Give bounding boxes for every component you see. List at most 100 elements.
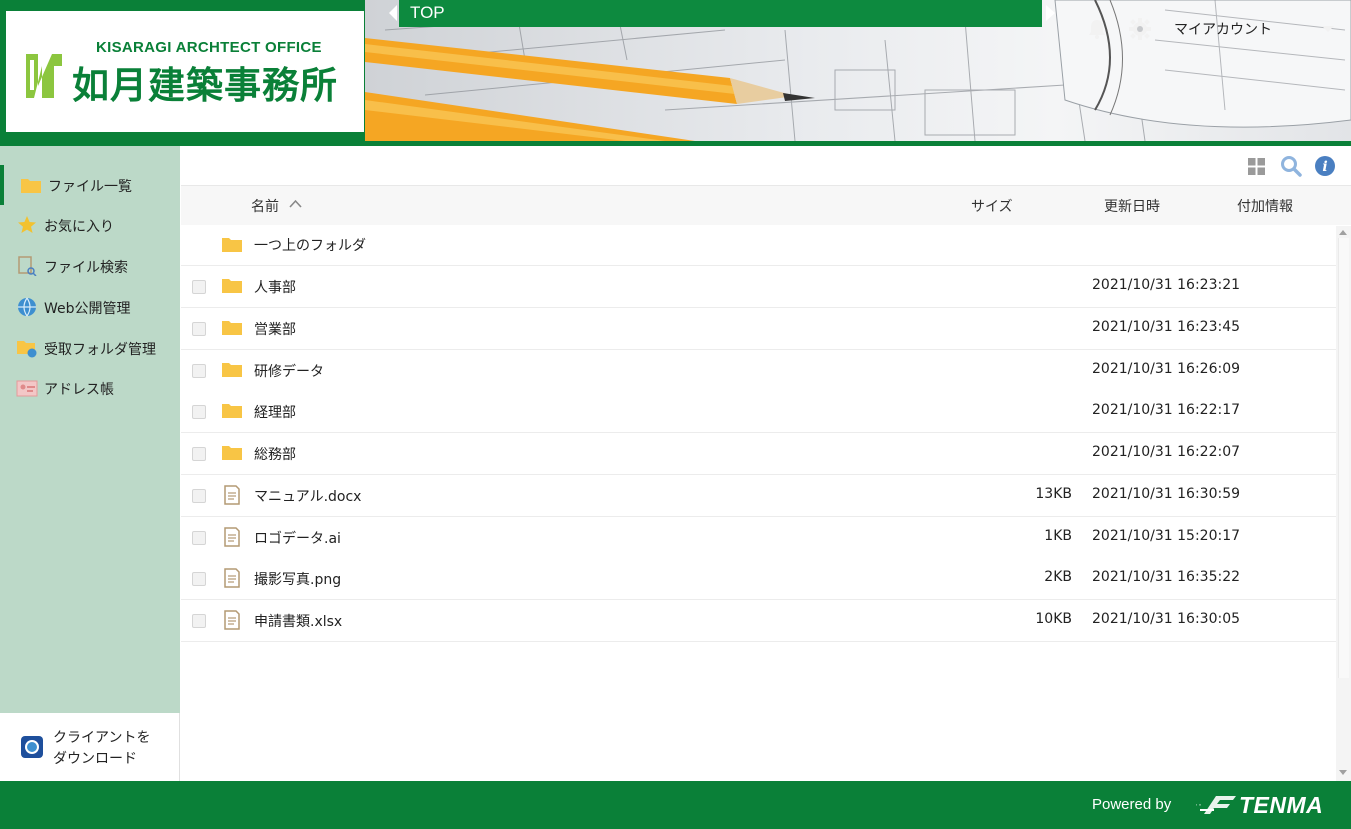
folder-globe-icon — [17, 341, 37, 358]
bell-icon[interactable] — [1086, 18, 1108, 40]
table-row[interactable]: 申請書類.xlsx 10KB 2021/10/31 16:30:05 — [181, 600, 1336, 642]
parent-folder-row[interactable]: 一つ上のフォルダ — [181, 226, 1336, 266]
sidebar-item-receive-folder[interactable]: 受取フォルダ管理 — [0, 328, 180, 368]
column-header-size[interactable]: サイズ — [971, 196, 1013, 216]
row-file-name[interactable]: マニュアル.docx — [254, 486, 361, 506]
row-checkbox[interactable] — [192, 405, 206, 419]
sidebar-item-favorites[interactable]: お気に入り — [0, 205, 180, 245]
row-checkbox[interactable] — [192, 614, 206, 628]
logo-japanese-name: 如月建築事務所 — [72, 64, 338, 107]
row-modified-date: 2021/10/31 16:30:59 — [1092, 486, 1241, 502]
chevron-down-icon[interactable] — [1322, 26, 1334, 32]
row-modified-date: 2021/10/31 15:20:17 — [1092, 528, 1241, 544]
row-file-name[interactable]: ロゴデータ.ai — [254, 528, 341, 548]
sort-ascending-icon[interactable] — [289, 199, 302, 209]
folder-icon — [222, 446, 242, 460]
sidebar-item-label: ファイル検索 — [44, 260, 128, 276]
table-row[interactable]: 研修データ 2021/10/31 16:26:09 — [181, 350, 1336, 392]
sidebar-item-label: Web公開管理 — [44, 301, 131, 317]
table-row[interactable]: 営業部 2021/10/31 16:23:45 — [181, 308, 1336, 350]
row-file-size: 10KB — [1035, 611, 1072, 627]
row-file-name[interactable]: 撮影写真.png — [254, 569, 341, 589]
logo-mark-icon — [26, 54, 62, 98]
row-file-name[interactable]: 申請書類.xlsx — [254, 611, 342, 631]
my-account-menu[interactable]: マイアカウント — [1174, 19, 1272, 39]
folder-icon — [222, 404, 242, 418]
star-icon — [18, 216, 36, 233]
file-table-header — [181, 185, 1351, 225]
row-checkbox[interactable] — [192, 531, 206, 545]
breadcrumb-forward-icon[interactable] — [1046, 5, 1055, 21]
search-icon[interactable] — [1280, 155, 1302, 177]
row-modified-date: 2021/10/31 16:23:21 — [1092, 277, 1241, 293]
row-file-name[interactable]: 総務部 — [254, 444, 296, 464]
sidebar-item-web-publish[interactable]: Web公開管理 — [0, 287, 180, 327]
row-file-name[interactable]: 人事部 — [254, 277, 296, 297]
row-checkbox[interactable] — [192, 322, 206, 336]
sidebar-item-file-list[interactable]: ファイル一覧 — [0, 165, 180, 205]
row-file-size: 1KB — [1044, 528, 1072, 544]
row-file-name[interactable]: 研修データ — [254, 361, 324, 381]
row-checkbox[interactable] — [192, 489, 206, 503]
file-icon — [224, 527, 240, 547]
grid-view-icon[interactable] — [1248, 158, 1265, 175]
table-row[interactable]: 人事部 2021/10/31 16:23:21 — [181, 266, 1336, 308]
sidebar-item-label: ファイル一覧 — [48, 179, 132, 195]
table-row[interactable]: 経理部 2021/10/31 16:22:17 — [181, 391, 1336, 433]
client-download-label-line2: ダウンロード — [53, 751, 137, 767]
gear-icon[interactable] — [1129, 18, 1151, 40]
column-header-modified[interactable]: 更新日時 — [1104, 196, 1160, 216]
column-header-name[interactable]: 名前 — [251, 196, 279, 216]
parent-folder-label: 一つ上のフォルダ — [254, 238, 366, 254]
row-modified-date: 2021/10/31 16:35:22 — [1092, 569, 1241, 585]
breadcrumb[interactable]: TOP — [399, 0, 1042, 27]
folder-icon — [222, 363, 242, 377]
row-checkbox[interactable] — [192, 364, 206, 378]
scroll-down-arrow-icon[interactable] — [1339, 770, 1347, 775]
table-row[interactable]: ロゴデータ.ai 1KB 2021/10/31 15:20:17 — [181, 517, 1336, 559]
powered-by-label: Powered by — [1092, 796, 1172, 813]
row-modified-date: 2021/10/31 16:30:05 — [1092, 611, 1241, 627]
row-modified-date: 2021/10/31 16:22:07 — [1092, 444, 1241, 460]
sidebar-item-label: お気に入り — [44, 219, 114, 235]
sidebar-item-label: 受取フォルダ管理 — [44, 342, 156, 358]
client-download-label-line1: クライアントを — [53, 730, 151, 746]
scroll-up-arrow-icon[interactable] — [1339, 230, 1347, 235]
folder-icon — [222, 279, 242, 293]
svg-text:i: i — [1322, 159, 1327, 175]
row-modified-date: 2021/10/31 16:22:17 — [1092, 402, 1241, 418]
sidebar-item-label: アドレス帳 — [44, 382, 114, 398]
sidebar-item-address-book[interactable]: アドレス帳 — [0, 368, 180, 408]
row-checkbox[interactable] — [192, 280, 206, 294]
row-file-name[interactable]: 経理部 — [254, 402, 296, 422]
info-icon[interactable]: i — [1314, 155, 1336, 177]
row-file-name[interactable]: 営業部 — [254, 319, 296, 339]
address-card-icon — [16, 380, 38, 397]
breadcrumb-back-icon[interactable] — [389, 5, 397, 21]
file-icon — [224, 610, 240, 630]
row-modified-date: 2021/10/31 16:26:09 — [1092, 361, 1241, 377]
row-checkbox[interactable] — [192, 572, 206, 586]
folder-icon — [21, 179, 41, 193]
table-row[interactable]: 撮影写真.png 2KB 2021/10/31 16:35:22 — [181, 558, 1336, 600]
file-search-icon — [18, 256, 37, 276]
logo[interactable]: KISARAGI ARCHTECT OFFICE 如月建築事務所 — [6, 11, 364, 132]
logo-english-name: KISARAGI ARCHTECT OFFICE — [96, 39, 322, 56]
row-checkbox[interactable] — [192, 447, 206, 461]
table-row[interactable]: マニュアル.docx 13KB 2021/10/31 16:30:59 — [181, 475, 1336, 517]
row-modified-date: 2021/10/31 16:23:45 — [1092, 319, 1241, 335]
breadcrumb-top-link[interactable]: TOP — [410, 3, 445, 23]
toolbar — [181, 146, 1351, 185]
sidebar-item-file-search[interactable]: ファイル検索 — [0, 246, 180, 286]
row-file-size: 13KB — [1035, 486, 1072, 502]
client-download-button[interactable]: クライアントを ダウンロード — [0, 713, 180, 781]
svg-text:···: ··· — [1196, 797, 1202, 811]
tenma-brand[interactable]: TENMA — [1239, 792, 1323, 819]
file-icon — [224, 485, 240, 505]
table-row[interactable]: 総務部 2021/10/31 16:22:07 — [181, 433, 1336, 475]
column-header-extra-info[interactable]: 付加情報 — [1237, 196, 1293, 216]
row-file-size: 2KB — [1044, 569, 1072, 585]
scrollbar-thumb[interactable] — [1338, 238, 1349, 678]
globe-icon — [18, 297, 36, 317]
folder-icon — [222, 321, 242, 335]
